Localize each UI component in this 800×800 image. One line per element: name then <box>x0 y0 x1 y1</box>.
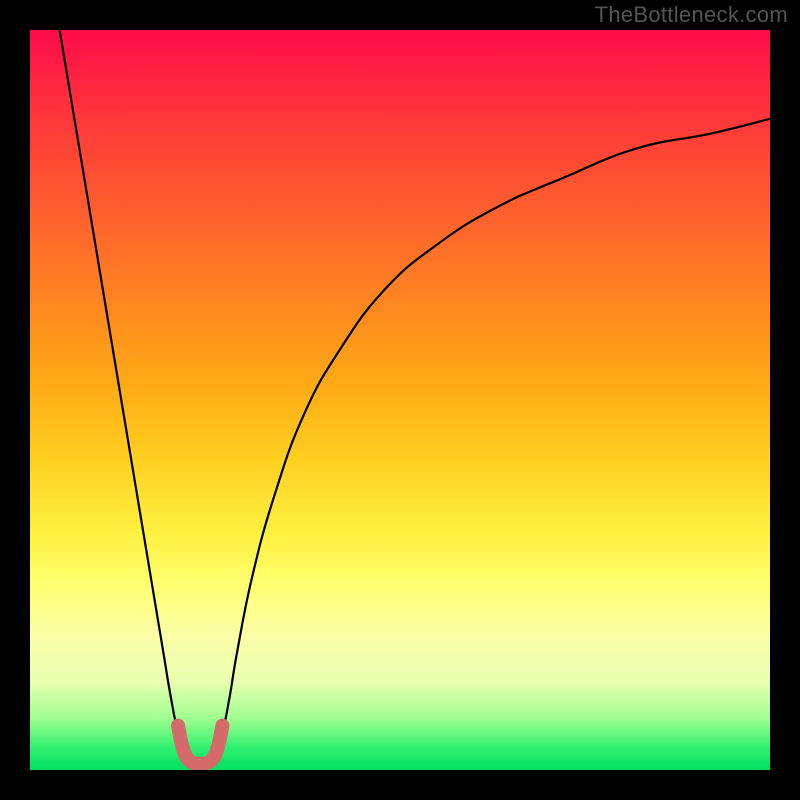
bottleneck-plot <box>30 30 770 770</box>
watermark-label: TheBottleneck.com <box>595 2 788 28</box>
curve-right-branch <box>215 119 770 755</box>
curve-left-branch <box>60 30 186 755</box>
chart-frame: TheBottleneck.com <box>0 0 800 800</box>
plot-svg <box>30 30 770 770</box>
trough-highlight <box>178 726 222 764</box>
